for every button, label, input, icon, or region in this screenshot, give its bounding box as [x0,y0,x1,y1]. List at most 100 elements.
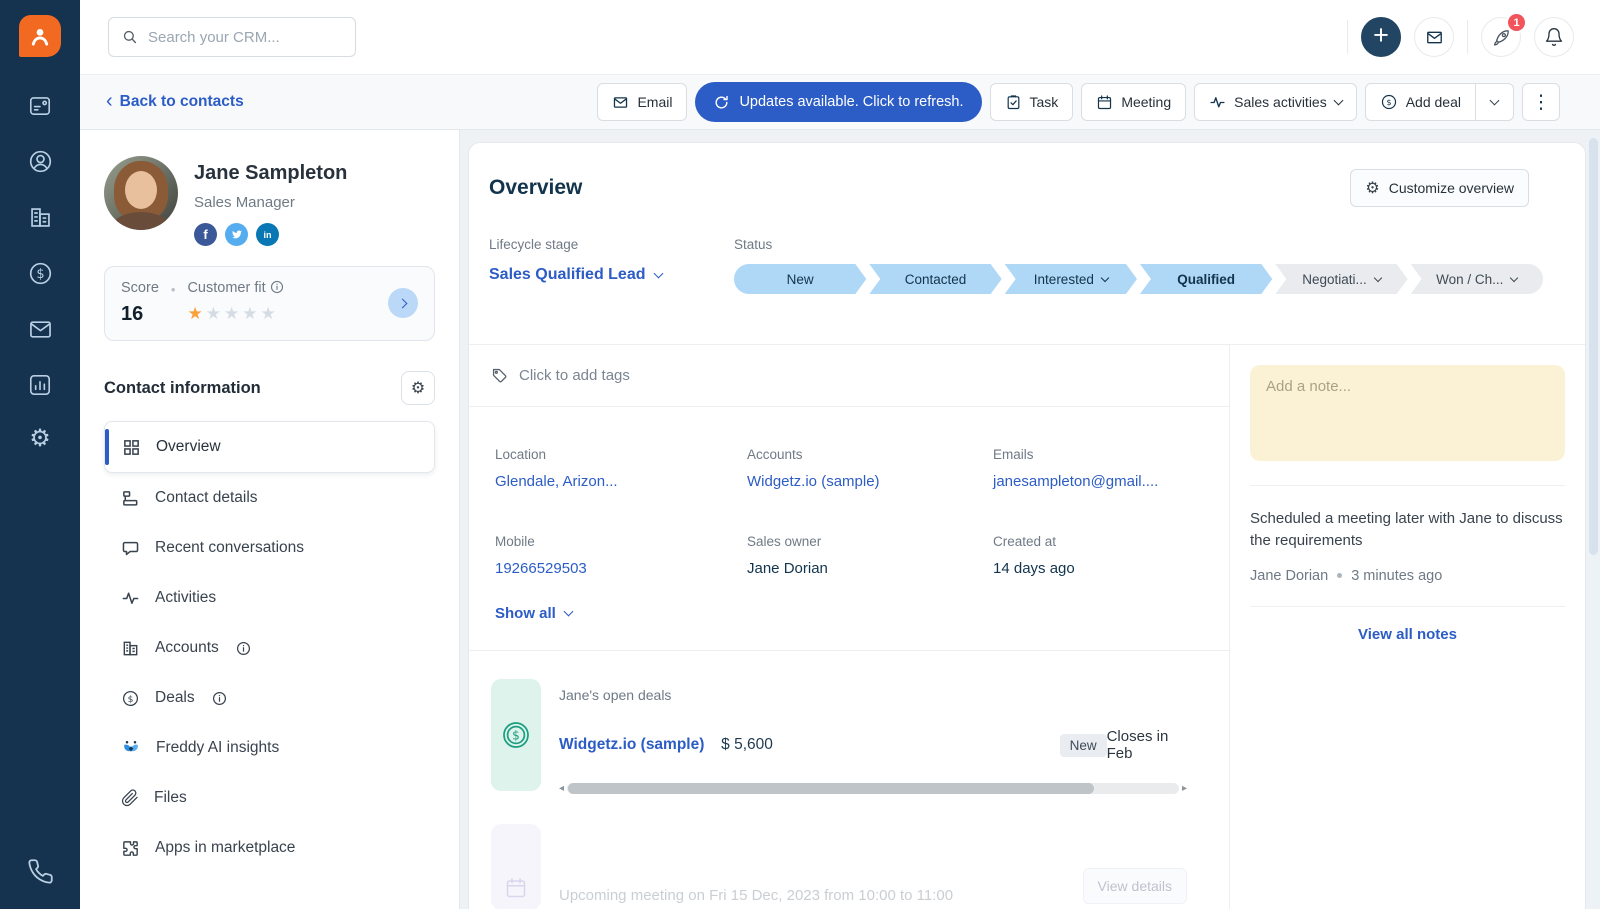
sales-activities-label: Sales activities [1234,94,1327,110]
content-area: Jane Sampleton Sales Manager f in Score [80,130,1600,909]
phone-icon[interactable] [27,858,54,885]
work-area: Overview ⚙ Customize overview Lifecycle … [460,130,1600,909]
show-all-toggle[interactable]: Show all [495,605,572,622]
freshworks-logo[interactable] [19,15,61,57]
dashboard-icon[interactable] [27,93,53,119]
info-icon[interactable] [212,691,227,706]
nav-item-files[interactable]: Files [104,773,435,823]
deals-icon[interactable]: $ [27,260,54,287]
notifications-button[interactable] [1534,17,1574,57]
scroll-left-arrow[interactable]: ◂ [559,783,564,794]
nav-item-freddy-ai-insights[interactable]: Freddy AI insights [104,723,435,773]
status-label: Status [734,237,1543,252]
contact-information-header: Contact information [104,379,261,398]
bell-icon [1544,27,1564,47]
nav-item-activities[interactable]: Activities [104,573,435,623]
nav-item-apps-marketplace[interactable]: Apps in marketplace [104,823,435,873]
accounts-icon[interactable] [27,204,54,231]
nav-label: Contact details [155,489,258,507]
stage-contacted[interactable]: Contacted [869,264,1001,294]
view-details-button[interactable]: View details [1083,868,1187,904]
info-icon[interactable] [236,641,251,656]
contact-summary-panel: Jane Sampleton Sales Manager f in Score [80,130,460,909]
more-actions-button[interactable]: ⋮ [1522,83,1560,121]
field-label: Created at [993,534,1199,549]
topbar-divider [1347,20,1348,54]
settings-icon[interactable]: ⚙ [29,427,51,451]
svg-text:$: $ [512,729,520,743]
task-button[interactable]: Task [990,83,1074,121]
scrollbar-thumb[interactable] [1589,138,1598,555]
contact-role: Sales Manager [194,194,347,211]
search-input[interactable] [148,29,328,46]
analytics-icon[interactable] [27,372,53,398]
nav-label: Accounts [155,639,219,657]
email-icon[interactable] [27,316,54,343]
scrollbar-track[interactable] [567,783,1179,794]
field-value-link[interactable]: 19266529503 [495,560,747,577]
nav-item-deals[interactable]: $ Deals [104,673,435,723]
stage-won-churned[interactable]: Won / Ch... [1411,264,1543,294]
stage-interested[interactable]: Interested [1005,264,1137,294]
global-search[interactable] [108,17,356,57]
deal-name-link[interactable]: Widgetz.io (sample) [559,736,721,754]
add-tags-field[interactable]: Click to add tags [469,345,1229,407]
linkedin-icon[interactable]: in [256,223,279,246]
envelope-icon [612,94,629,111]
quick-add-button[interactable]: + [1361,17,1401,57]
star-icon: ★ [260,304,278,323]
activity-pulse-icon [121,589,140,608]
updates-refresh-banner[interactable]: Updates available. Click to refresh. [695,82,981,122]
nav-label: Activities [155,589,216,607]
scrollbar-thumb[interactable] [568,783,1094,794]
stage-new[interactable]: New [734,264,866,294]
nav-item-contact-details[interactable]: Contact details [104,473,435,523]
deal-tile: $ [491,679,541,791]
plus-icon: + [1373,22,1389,49]
add-tags-placeholder: Click to add tags [519,367,630,384]
record-action-bar: ‹ Back to contacts Email Updates availab… [80,74,1600,130]
inbox-button[interactable] [1414,17,1454,57]
field-sales-owner: Sales owner Jane Dorian [747,534,993,577]
field-location: Location Glendale, Arizon... [495,447,747,490]
nav-item-overview[interactable]: Overview [104,421,435,473]
add-note-input[interactable] [1250,365,1565,461]
add-deal-button[interactable]: $ Add deal [1366,84,1475,120]
twitter-icon[interactable] [225,223,248,246]
calendar-icon [504,876,528,900]
field-value-link[interactable]: Glendale, Arizon... [495,473,747,490]
facebook-icon[interactable]: f [194,223,217,246]
view-all-notes-link[interactable]: View all notes [1358,626,1457,643]
scroll-right-arrow[interactable]: ▸ [1182,783,1187,794]
whats-new-button[interactable]: 1 [1481,17,1521,57]
svg-text:$: $ [1386,97,1391,107]
field-value-link[interactable]: janesampleton@gmail.... [993,473,1199,490]
nav-label: Deals [155,689,195,707]
nav-item-recent-conversations[interactable]: Recent conversations [104,523,435,573]
coin-dollar-icon: $ [500,719,532,751]
contact-avatar[interactable] [104,156,178,230]
info-icon[interactable] [270,280,284,294]
contacts-icon[interactable] [27,148,54,175]
stage-negotiation[interactable]: Negotiati... [1275,264,1407,294]
vertical-scrollbar[interactable] [1587,136,1600,909]
contact-info-settings-button[interactable]: ⚙ [401,371,435,405]
add-note-box[interactable] [1250,365,1565,461]
contact-nav-list: Overview Contact details Recent conversa… [104,421,435,873]
chevron-down-icon [1490,96,1500,106]
add-deal-dropdown-button[interactable] [1475,84,1513,120]
nav-item-accounts[interactable]: Accounts [104,623,435,673]
star-icon: ★ [242,304,260,323]
email-button[interactable]: Email [597,83,687,121]
field-created-at: Created at 14 days ago [993,534,1199,577]
back-to-contacts-link[interactable]: ‹ Back to contacts [106,92,244,113]
sales-activities-button[interactable]: Sales activities [1194,83,1357,121]
contact-details-icon [121,489,140,508]
customize-overview-button[interactable]: ⚙ Customize overview [1350,169,1529,207]
deal-row: Widgetz.io (sample) $ 5,600 New Closes i… [559,728,1187,762]
stage-qualified[interactable]: Qualified [1140,264,1272,294]
field-value-link[interactable]: Widgetz.io (sample) [747,473,993,490]
score-expand-button[interactable] [388,288,418,318]
lifecycle-stage-dropdown[interactable]: Sales Qualified Lead [489,266,734,284]
meeting-button[interactable]: Meeting [1081,83,1186,121]
